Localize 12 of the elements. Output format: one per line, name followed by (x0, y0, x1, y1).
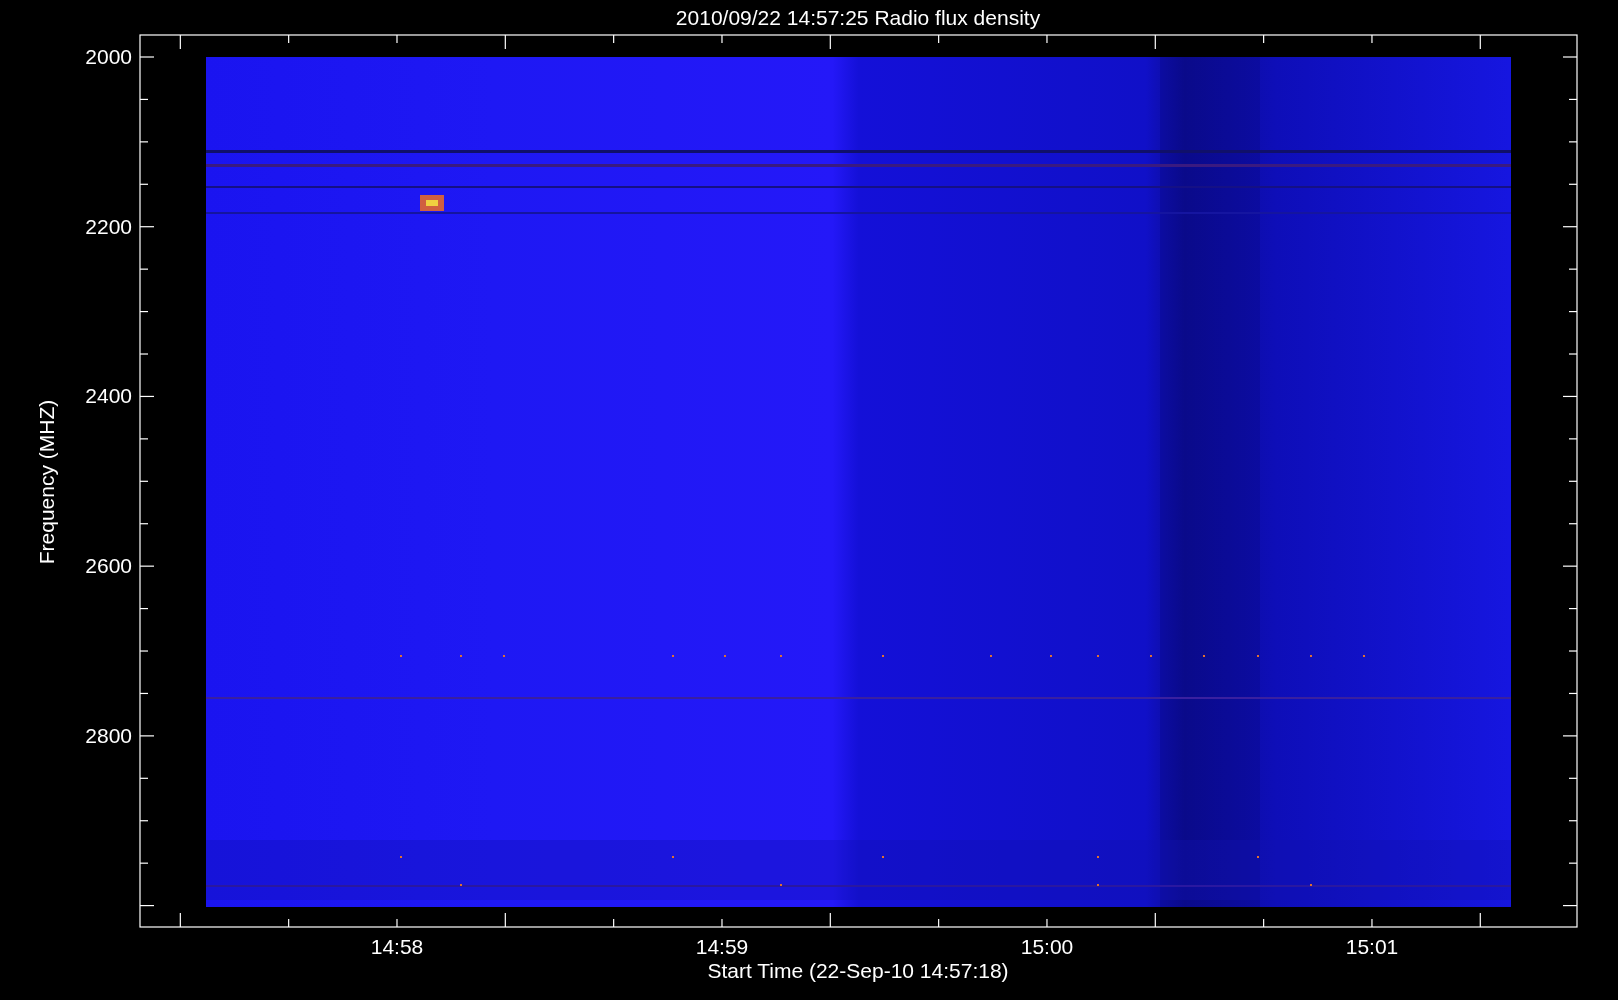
y-tick-label: 2000 (85, 45, 132, 68)
y-tick-label: 2800 (85, 723, 132, 747)
x-tick-label: 14:58 (370, 935, 424, 958)
x-tick-label: 15:00 (1020, 935, 1074, 958)
y-tick-label: 2400 (85, 384, 132, 408)
x-tick-label: 15:01 (1345, 935, 1399, 958)
x-tick-label: 14:59 (695, 935, 749, 958)
x-axis-label: Start Time (22-Sep-10 14:57:18) (707, 959, 1009, 982)
y-tick-label: 2200 (85, 214, 132, 238)
chart-title: 2010/09/22 14:57:25 Radio flux density (675, 6, 1041, 29)
y-axis-label: Frequency (MHZ) (35, 399, 58, 565)
y-tick-label: 2600 (85, 554, 132, 578)
